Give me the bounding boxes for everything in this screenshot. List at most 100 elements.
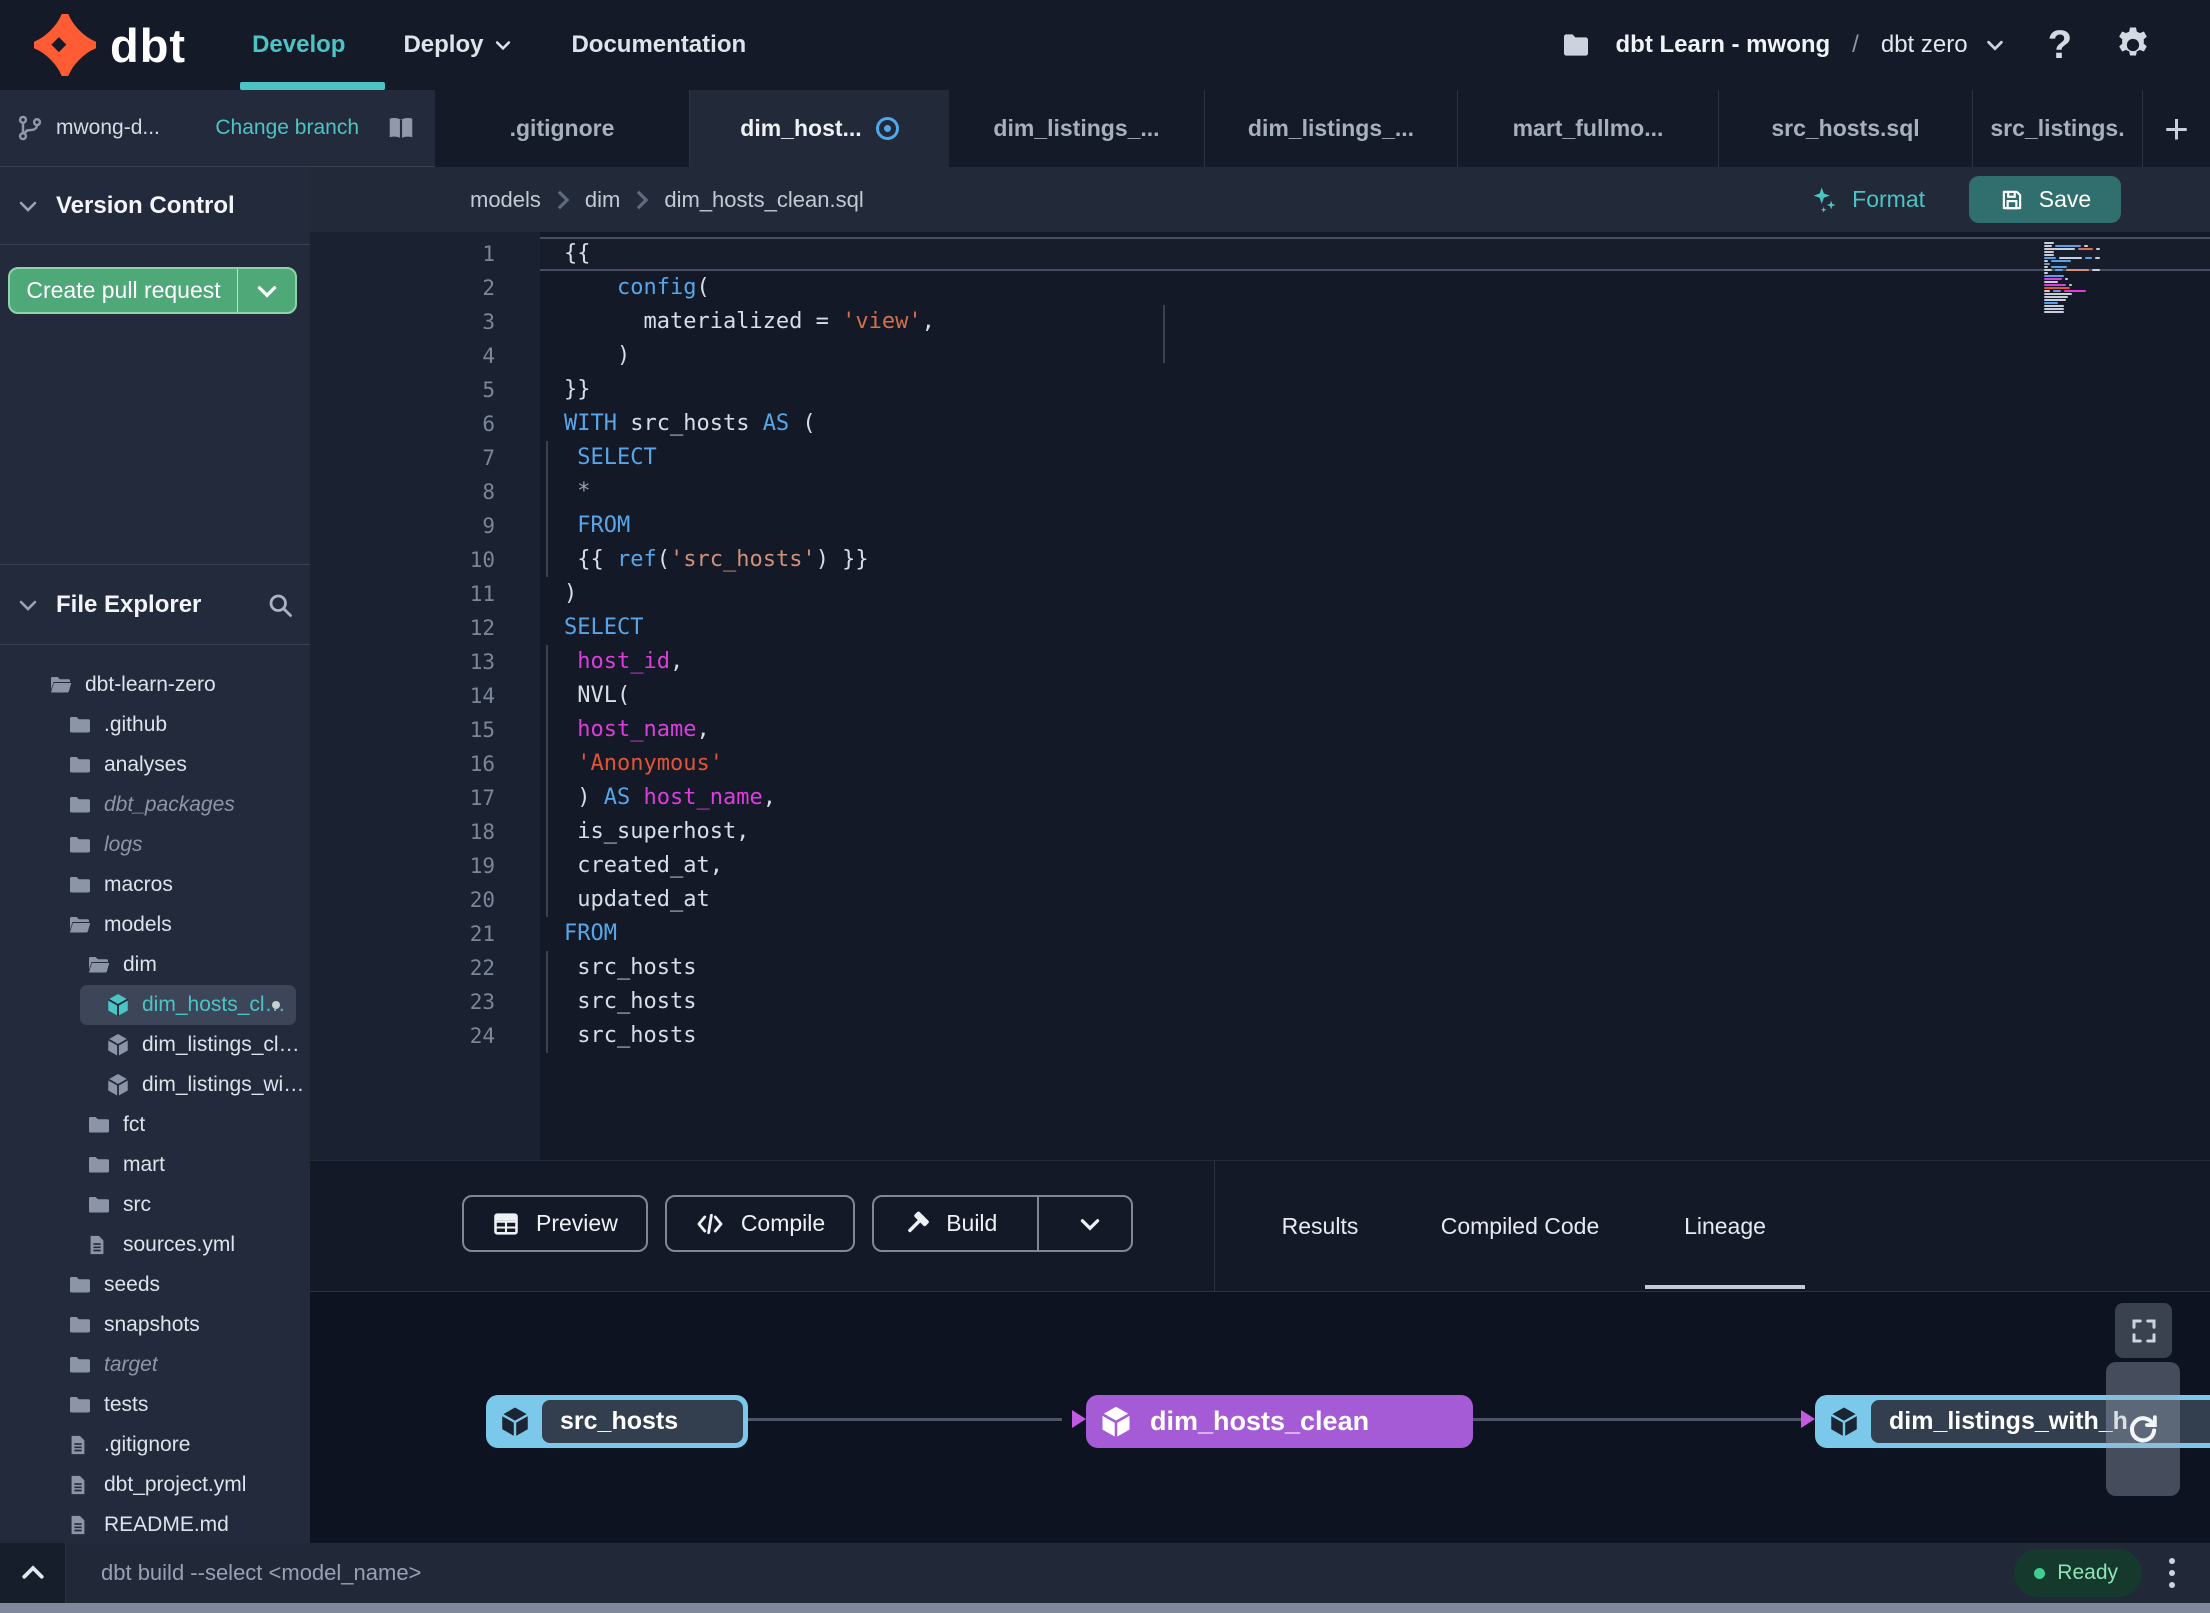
code-line-8[interactable]: * [540, 475, 2210, 509]
change-branch-link[interactable]: Change branch [215, 116, 359, 140]
build-dropdown-chevron-icon[interactable] [1055, 1211, 1103, 1237]
code-line-11[interactable]: ) [540, 577, 2210, 611]
tree-item-label: sources.yml [123, 1233, 236, 1256]
tree-item-dim-listings-clean-sql[interactable]: dim_listings_clean.sql [0, 1025, 310, 1065]
panel-tab-results[interactable]: Results [1245, 1161, 1395, 1291]
build-button[interactable]: Build [872, 1195, 1133, 1252]
save-button[interactable]: Save [1969, 176, 2121, 223]
tree-item-dim[interactable]: dim [0, 945, 310, 985]
create-pr-dropdown[interactable] [237, 269, 295, 312]
tree-item-target[interactable]: target [0, 1345, 310, 1385]
code-line-17[interactable]: ) AS host_name, [540, 781, 2210, 815]
status-badge[interactable]: Ready [2014, 1549, 2142, 1597]
tab-src-listings-[interactable]: src_listings. [1973, 90, 2143, 167]
tree-item-mart[interactable]: mart [0, 1145, 310, 1185]
tree-item-models[interactable]: models [0, 905, 310, 945]
breadcrumb-models[interactable]: models [470, 187, 541, 213]
tree-item-analyses[interactable]: analyses [0, 745, 310, 785]
chevron-right-icon [557, 190, 570, 209]
folder-open-icon [48, 673, 74, 697]
code-line-15[interactable]: host_name, [540, 713, 2210, 747]
version-control-body: Create pull request [0, 245, 310, 565]
version-control-header[interactable]: Version Control [0, 167, 310, 245]
lineage-edge [748, 1418, 1062, 1421]
dbt-logo[interactable]: dbt [34, 14, 186, 76]
format-button[interactable]: Format [1808, 185, 1925, 215]
tree-item-src[interactable]: src [0, 1185, 310, 1225]
code-line-23[interactable]: src_hosts [540, 985, 2210, 1019]
code-line-24[interactable]: src_hosts [540, 1019, 2210, 1053]
chevron-down-icon[interactable] [1984, 34, 2006, 56]
code-line-10[interactable]: {{ ref('src_hosts') }} [540, 543, 2210, 577]
code-line-9[interactable]: FROM [540, 509, 2210, 543]
nav-item-deploy[interactable]: Deploy [403, 31, 513, 59]
tab--gitignore[interactable]: .gitignore [435, 90, 690, 167]
tree-item-fct[interactable]: fct [0, 1105, 310, 1145]
tree-item-label: .gitignore [104, 1433, 191, 1456]
code-line-14[interactable]: NVL( [540, 679, 2210, 713]
tree-item-dim-hosts-clean-sql[interactable]: dim_hosts_clean.sql [80, 985, 296, 1025]
code-line-12[interactable]: SELECT [540, 611, 2210, 645]
tree-item-snapshots[interactable]: snapshots [0, 1305, 310, 1345]
compile-button[interactable]: Compile [664, 1195, 856, 1252]
breadcrumb-dim[interactable]: dim [585, 187, 620, 213]
tree-item-readme-md[interactable]: README.md [0, 1505, 310, 1543]
folder-icon [67, 1353, 93, 1377]
tab-src-hosts-sql[interactable]: src_hosts.sql [1719, 90, 1973, 167]
bottom-scrollbar[interactable] [0, 1603, 2210, 1613]
command-input[interactable]: dbt build --select <model_name> Ready [66, 1543, 2210, 1603]
code-line-22[interactable]: src_hosts [540, 951, 2210, 985]
nav-item-develop[interactable]: Develop [252, 31, 345, 59]
kebab-menu-icon[interactable] [2142, 1558, 2202, 1588]
tree-item-dbt-project-yml[interactable]: dbt_project.yml [0, 1465, 310, 1505]
tab-dim-listings-[interactable]: dim_listings_... [949, 90, 1205, 167]
gear-icon[interactable] [2112, 24, 2154, 66]
new-tab-button[interactable]: + [2143, 90, 2210, 167]
panel-tab-lineage[interactable]: Lineage [1645, 1161, 1805, 1291]
code-line-16[interactable]: 'Anonymous' [540, 747, 2210, 781]
tree-item--github[interactable]: .github [0, 705, 310, 745]
tab-mart-fullmo-[interactable]: mart_fullmo... [1458, 90, 1719, 167]
tree-item-dbt-packages[interactable]: dbt_packages [0, 785, 310, 825]
code-line-6[interactable]: WITH src_hosts AS ( [540, 407, 2210, 441]
code-line-5[interactable]: }} [540, 373, 2210, 407]
tree-item-logs[interactable]: logs [0, 825, 310, 865]
fullscreen-button[interactable] [2115, 1303, 2172, 1358]
tree-item-seeds[interactable]: seeds [0, 1265, 310, 1305]
refresh-lineage-button[interactable] [2106, 1362, 2180, 1496]
tab-label: mart_fullmo... [1512, 115, 1664, 141]
environment-selector[interactable]: dbt zero [1881, 31, 1968, 59]
file-icon [86, 1232, 112, 1258]
code-line-1[interactable]: {{ [540, 237, 2210, 271]
tree-item--gitignore[interactable]: .gitignore [0, 1425, 310, 1465]
code-line-13[interactable]: host_id, [540, 645, 2210, 679]
tree-item-dim-listings-with-hosts-[interactable]: dim_listings_with_hosts... [0, 1065, 310, 1105]
code-line-21[interactable]: FROM [540, 917, 2210, 951]
lineage-node-src-hosts[interactable]: src_hosts [486, 1395, 748, 1448]
code-line-7[interactable]: SELECT [540, 441, 2210, 475]
file-explorer-header[interactable]: File Explorer [0, 565, 310, 645]
nav-item-documentation[interactable]: Documentation [571, 31, 746, 59]
code-line-20[interactable]: updated_at [540, 883, 2210, 917]
project-name[interactable]: dbt Learn - mwong [1616, 31, 1831, 59]
panel-tab-compiled-code[interactable]: Compiled Code [1405, 1161, 1635, 1291]
tree-item-macros[interactable]: macros [0, 865, 310, 905]
code-line-2[interactable]: config( [540, 271, 2210, 305]
preview-button[interactable]: Preview [462, 1195, 648, 1252]
tab-dim-host-[interactable]: dim_host... [690, 90, 949, 167]
create-pull-request-button[interactable]: Create pull request [8, 267, 297, 314]
docs-book-icon[interactable] [385, 113, 417, 143]
help-icon[interactable]: ? [2048, 23, 2072, 68]
code-line-18[interactable]: is_superhost, [540, 815, 2210, 849]
search-icon[interactable] [266, 591, 294, 619]
code-line-19[interactable]: created_at, [540, 849, 2210, 883]
lineage-node-dim-hosts-clean[interactable]: dim_hosts_clean [1086, 1395, 1473, 1448]
code-line-4[interactable]: ) [540, 339, 2210, 373]
code-editor[interactable]: 1 2 3 4 5 6 7 8 9 10 11 12 13 14 15 16 17 18 19 20 21 22 23 24 … [310, 232, 2210, 1160]
expand-panel-button[interactable] [0, 1543, 66, 1603]
tree-item-sources-yml[interactable]: sources.yml [0, 1225, 310, 1265]
tree-item-tests[interactable]: tests [0, 1385, 310, 1425]
tab-dim-listings-[interactable]: dim_listings_... [1205, 90, 1458, 167]
code-line-3[interactable]: materialized = 'view', [540, 305, 2210, 339]
tree-item-dbt-learn-zero[interactable]: dbt-learn-zero [0, 665, 310, 705]
